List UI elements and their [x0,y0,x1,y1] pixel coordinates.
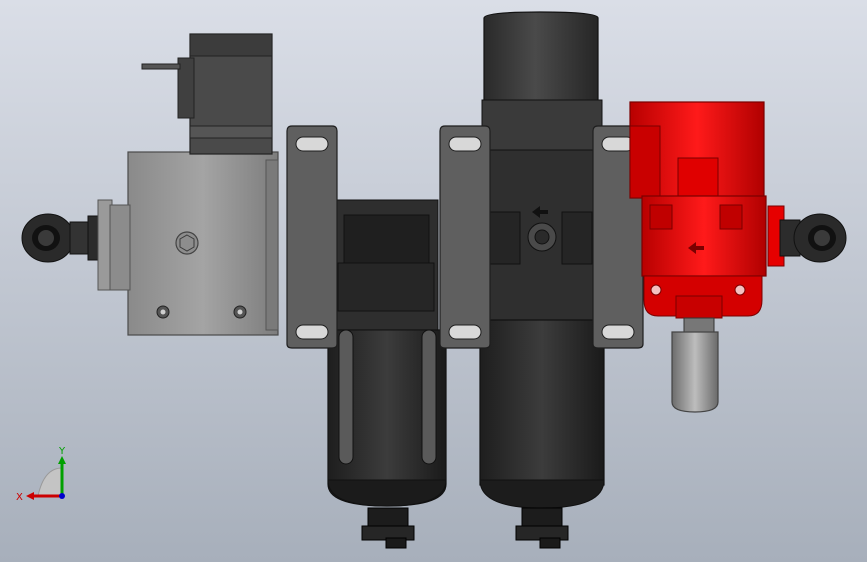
mounting-bracket-1 [286,125,338,349]
x-axis-label: X [16,492,23,503]
red-shutoff-valve[interactable] [629,101,785,319]
right-push-fitting[interactable] [779,213,847,263]
y-axis-label: Y [58,446,66,457]
cable-stub [141,63,181,70]
cad-viewport[interactable]: Y X [0,0,867,562]
sight-slot-left [338,329,354,465]
air-filter[interactable] [327,199,447,549]
mounting-bracket-2 [439,125,491,349]
z-axis-dot [59,493,65,499]
sight-slot-right [421,329,437,465]
pressure-regulator[interactable] [479,11,605,549]
pressure-gauge [671,317,719,413]
